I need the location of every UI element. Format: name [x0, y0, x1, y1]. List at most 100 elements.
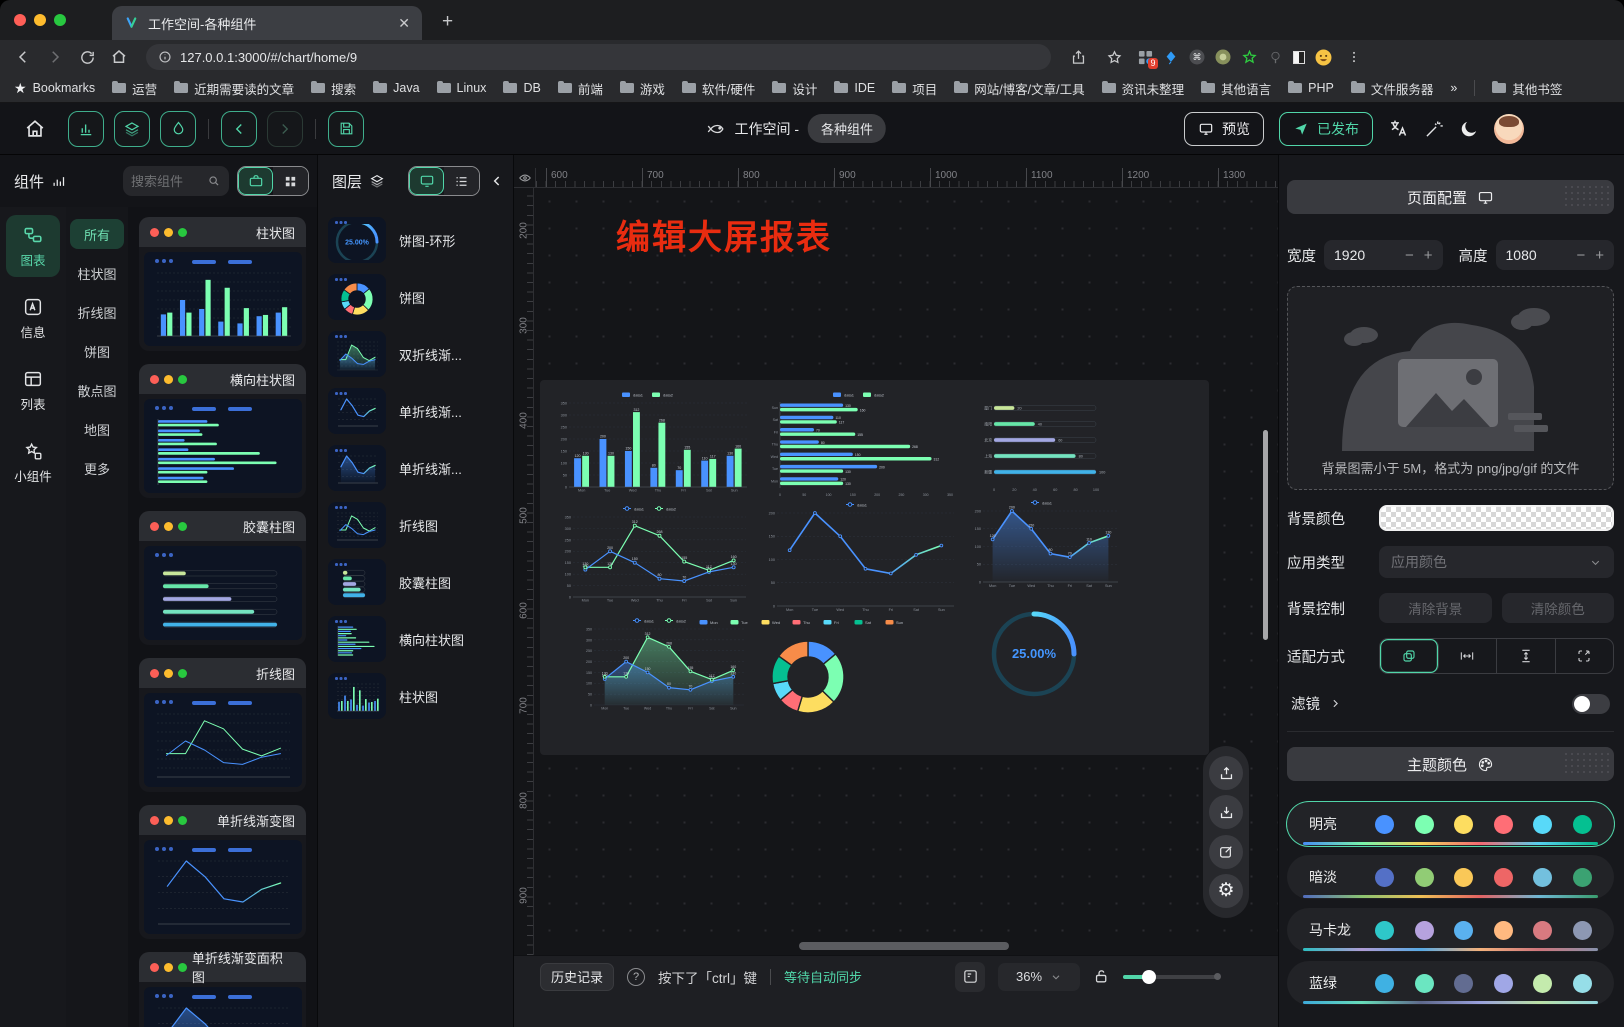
height-minus-button[interactable]: − [1576, 247, 1585, 264]
layers-button[interactable] [114, 111, 150, 147]
droplet-button[interactable] [160, 111, 196, 147]
extension-pin-icon[interactable] [1267, 49, 1283, 65]
height-plus-button[interactable]: + [1595, 247, 1604, 264]
width-minus-button[interactable]: − [1405, 247, 1414, 264]
help-icon[interactable]: ? [627, 968, 645, 986]
filter-toggle[interactable] [1572, 694, 1610, 714]
bookmark-item[interactable]: 游戏 [620, 79, 665, 98]
theme-color-dot[interactable] [1533, 974, 1552, 993]
theme-row-bluegreen[interactable]: 蓝绿 [1287, 961, 1614, 1005]
tab-list[interactable]: 列表 [6, 359, 60, 421]
component-card[interactable]: 胶囊柱图 [139, 511, 306, 645]
component-card[interactable]: 柱状图 [139, 217, 306, 351]
grid-view-button[interactable] [273, 167, 308, 195]
theme-color-dot[interactable] [1573, 974, 1592, 993]
theme-color-dot[interactable] [1415, 921, 1434, 940]
tab-widgets[interactable]: 小组件 [6, 431, 60, 493]
category-all[interactable]: 所有 [70, 219, 124, 249]
bookmark-item[interactable]: 搜索 [311, 79, 356, 98]
bookmarks-root[interactable]: ★Bookmarks [14, 80, 95, 97]
theme-color-dot[interactable] [1454, 868, 1473, 887]
bookmark-item[interactable]: 软件/硬件 [682, 79, 755, 98]
theme-color-button[interactable]: 主题颜色 [1287, 747, 1614, 781]
bookmark-item[interactable]: 运营 [112, 79, 157, 98]
canvas-chart-hbar[interactable]: 050100150200250300350Sun130160Sat110117F… [764, 390, 962, 498]
theme-color-dot[interactable] [1573, 921, 1592, 940]
theme-color-dot[interactable] [1454, 974, 1473, 993]
project-name-pill[interactable]: 各种组件 [808, 114, 886, 143]
collapse-panel-icon[interactable] [489, 173, 505, 189]
theme-row-macaron[interactable]: 马卡龙 [1287, 908, 1614, 952]
component-card[interactable]: 横向柱状图 [139, 364, 306, 498]
theme-color-dot[interactable] [1494, 868, 1513, 887]
canvas-chart-pie[interactable]: MonTueWedThuFriSatSun [688, 618, 928, 720]
theme-color-dot[interactable] [1454, 921, 1473, 940]
layer-item[interactable]: 饼图 [328, 274, 503, 320]
bookmark-star-icon[interactable] [1101, 44, 1127, 70]
background-upload-dropzone[interactable]: 背景图需小于 5M，格式为 png/jpg/gif 的文件 [1287, 286, 1614, 490]
search-input[interactable] [131, 174, 203, 189]
home-icon[interactable] [106, 44, 132, 70]
category-bar[interactable]: 柱状图 [70, 258, 124, 288]
toolbox-view-button[interactable] [238, 167, 273, 195]
category-line[interactable]: 折线图 [70, 297, 124, 327]
extension-star-icon[interactable] [1241, 49, 1257, 65]
maximize-window-button[interactable] [54, 14, 66, 26]
slider-knob[interactable] [1142, 970, 1156, 984]
theme-color-dot[interactable] [1494, 921, 1513, 940]
bookmark-item[interactable]: 近期需要读的文章 [174, 79, 294, 98]
bookmark-item[interactable]: 前端 [558, 79, 603, 98]
reload-icon[interactable] [74, 44, 100, 70]
clear-background-button[interactable]: 清除背景 [1379, 593, 1492, 623]
fit-height-button[interactable] [1497, 639, 1556, 673]
layer-item[interactable]: 柱状图 [328, 673, 503, 719]
bookmark-item[interactable]: DB [503, 81, 540, 95]
theme-row-bright[interactable]: 明亮 [1287, 802, 1614, 846]
tab-info[interactable]: 信息 [6, 287, 60, 349]
lock-open-icon[interactable] [1093, 968, 1110, 985]
layer-item[interactable]: 25.00%饼图-环形 [328, 217, 503, 263]
vertical-scrollbar[interactable] [1263, 430, 1268, 640]
tab-close-icon[interactable]: ✕ [398, 15, 410, 32]
theme-color-dot[interactable] [1533, 815, 1552, 834]
magic-wand-icon[interactable] [1424, 119, 1444, 139]
component-card[interactable]: 单折线渐变图 [139, 805, 306, 939]
close-window-button[interactable] [14, 14, 26, 26]
fit-width-button[interactable] [1439, 639, 1498, 673]
export-icon[interactable] [1209, 756, 1243, 790]
zoom-slider[interactable] [1123, 975, 1218, 979]
theme-color-dot[interactable] [1494, 815, 1513, 834]
extension-smiley-icon[interactable] [1315, 49, 1331, 65]
canvas-chart-progress-ring[interactable]: 25.00% [986, 606, 1082, 702]
chevron-right-icon[interactable] [1329, 697, 1342, 710]
theme-color-dot[interactable] [1415, 974, 1434, 993]
layer-item[interactable]: 单折线渐... [328, 388, 503, 434]
layer-item[interactable]: 胶囊柱图 [328, 559, 503, 605]
ruler-eye-icon[interactable] [514, 168, 536, 188]
thumbnail-view-button[interactable] [409, 167, 444, 195]
dashboard-screen[interactable]: 501001502002503003500120130Mon200130Tue1… [540, 380, 1209, 755]
canvas-chart-capsule[interactable]: 厦门20南阳40北京60上海80新疆100020406080100 [974, 394, 1124, 494]
width-plus-button[interactable]: + [1424, 247, 1433, 264]
back-icon[interactable] [10, 44, 36, 70]
width-stepper[interactable]: 1920 −+ [1324, 240, 1443, 270]
theme-color-dot[interactable] [1533, 921, 1552, 940]
theme-color-dot[interactable] [1573, 868, 1592, 887]
extension-command-icon[interactable]: ⌘ [1189, 49, 1205, 65]
detail-panel-icon[interactable] [955, 962, 985, 992]
bookmark-item[interactable]: 资讯未整理 [1102, 79, 1185, 98]
theme-color-dot[interactable] [1533, 868, 1552, 887]
theme-color-dot[interactable] [1573, 815, 1592, 834]
category-map[interactable]: 地图 [70, 414, 124, 444]
chart-button[interactable] [68, 111, 104, 147]
undo-button[interactable] [221, 111, 257, 147]
history-button[interactable]: 历史记录 [540, 963, 614, 991]
extension-circle-icon[interactable] [1215, 49, 1231, 65]
settings-gear-icon[interactable]: ⚙ [1209, 874, 1243, 908]
layer-item[interactable]: 单折线渐... [328, 445, 503, 491]
bookmark-item[interactable]: 其他语言 [1201, 79, 1271, 98]
user-avatar[interactable] [1494, 114, 1524, 144]
bookmarks-overflow[interactable]: » [1450, 81, 1457, 95]
category-scatter[interactable]: 散点图 [70, 375, 124, 405]
clear-color-button[interactable]: 清除颜色 [1502, 593, 1615, 623]
